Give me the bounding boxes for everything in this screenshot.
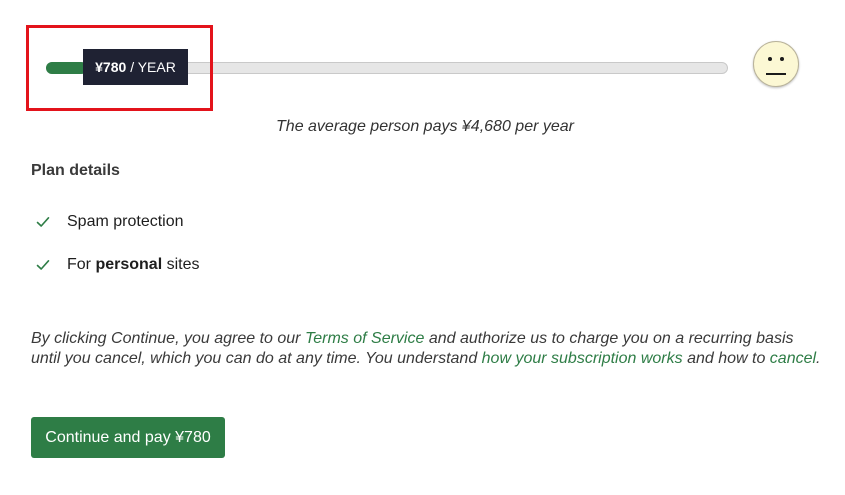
face-mouth: [766, 73, 786, 75]
face-right-eye: [780, 57, 784, 61]
slider-handle[interactable]: ¥780 / YEAR: [83, 49, 188, 85]
slider-price: ¥780: [95, 59, 127, 75]
cancel-link[interactable]: cancel: [770, 350, 816, 367]
feature-label: Spam protection: [67, 213, 184, 230]
check-icon: [36, 260, 50, 270]
terms-part1: By clicking Continue, you agree to our: [31, 330, 305, 347]
slider-period: / YEAR: [130, 59, 176, 75]
face-left-eye: [768, 57, 772, 61]
average-price-note: The average person pays ¥4,680 per year: [276, 118, 574, 135]
feature-label-bold: personal: [95, 256, 163, 273]
continue-and-pay-button[interactable]: Continue and pay ¥780: [31, 417, 225, 458]
neutral-face-icon: [753, 41, 799, 87]
feature-label-pre: For: [67, 256, 96, 273]
subscription-info-link[interactable]: how your subscription works: [482, 350, 683, 367]
terms-text: By clicking Continue, you agree to our T…: [31, 329, 821, 369]
terms-part3: and how to: [682, 350, 770, 367]
slider-fill: [46, 62, 87, 74]
check-icon: [36, 217, 50, 227]
terms-of-service-link[interactable]: Terms of Service: [305, 330, 424, 347]
feature-label-post: sites: [162, 256, 200, 273]
feature-personal-sites: For personal sites: [36, 256, 199, 274]
feature-label: For personal sites: [67, 256, 199, 274]
terms-part4: .: [816, 350, 821, 367]
feature-spam-protection: Spam protection: [36, 213, 184, 231]
plan-details-heading: Plan details: [31, 162, 120, 179]
